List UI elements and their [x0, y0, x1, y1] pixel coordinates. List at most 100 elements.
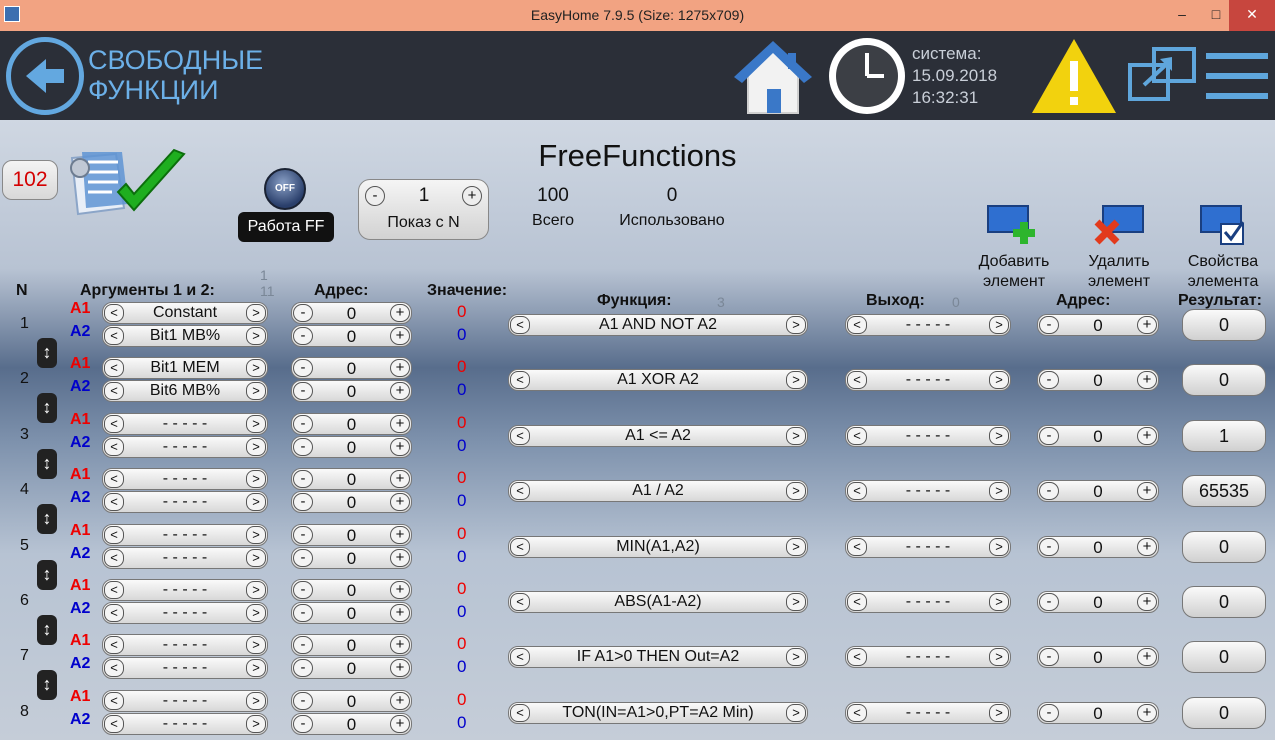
out-addr-stepper-increment-button[interactable]: + — [1137, 648, 1157, 666]
arg1-select-prev-button[interactable]: < — [104, 304, 124, 322]
out-addr-stepper-decrement-button[interactable]: - — [1039, 593, 1059, 611]
out-addr-stepper-increment-button[interactable]: + — [1137, 482, 1157, 500]
output-select-prev-button[interactable]: < — [847, 704, 867, 722]
function-select-prev-button[interactable]: < — [510, 371, 530, 389]
output-select-next-button[interactable]: > — [989, 427, 1009, 445]
arg1-select-next-button[interactable]: > — [246, 581, 266, 599]
out-addr-stepper-decrement-button[interactable]: - — [1039, 648, 1059, 666]
row-move-handle[interactable]: ↕ — [37, 560, 57, 590]
output-select-prev-button[interactable]: < — [847, 427, 867, 445]
output-select-next-button[interactable]: > — [989, 593, 1009, 611]
row-move-handle[interactable]: ↕ — [37, 670, 57, 700]
output-select-prev-button[interactable]: < — [847, 316, 867, 334]
out-addr-stepper-increment-button[interactable]: + — [1137, 316, 1157, 334]
out-addr-stepper-increment-button[interactable]: + — [1137, 371, 1157, 389]
out-addr-stepper-decrement-button[interactable]: - — [1039, 316, 1059, 334]
window-switch-icon[interactable] — [1128, 45, 1198, 105]
out-addr-stepper-increment-button[interactable]: + — [1137, 704, 1157, 722]
arg1-select-prev-button[interactable]: < — [104, 470, 124, 488]
arg1-select-prev-button[interactable]: < — [104, 692, 124, 710]
addr1-stepper-decrement-button[interactable]: - — [293, 415, 313, 433]
function-select-prev-button[interactable]: < — [510, 648, 530, 666]
arg2-select-prev-button[interactable]: < — [104, 438, 124, 456]
function-select-prev-button[interactable]: < — [510, 427, 530, 445]
arg1-select-next-button[interactable]: > — [246, 304, 266, 322]
out-addr-stepper-increment-button[interactable]: + — [1137, 538, 1157, 556]
function-select-prev-button[interactable]: < — [510, 593, 530, 611]
addr2-stepper-increment-button[interactable]: + — [390, 493, 410, 511]
addr2-stepper-increment-button[interactable]: + — [390, 659, 410, 677]
arg2-select-next-button[interactable]: > — [246, 549, 266, 567]
add-element-button[interactable]: Добавить элемент — [970, 202, 1058, 292]
addr2-stepper-decrement-button[interactable]: - — [293, 549, 313, 567]
output-select-prev-button[interactable]: < — [847, 482, 867, 500]
close-button[interactable]: ✕ — [1229, 0, 1275, 31]
show-from-decrement-button[interactable]: - — [365, 186, 385, 206]
addr1-stepper-increment-button[interactable]: + — [390, 581, 410, 599]
arg2-select-prev-button[interactable]: < — [104, 715, 124, 733]
row-move-handle[interactable]: ↕ — [37, 504, 57, 534]
addr1-stepper-decrement-button[interactable]: - — [293, 526, 313, 544]
arg2-select-next-button[interactable]: > — [246, 604, 266, 622]
addr2-stepper-increment-button[interactable]: + — [390, 549, 410, 567]
back-button[interactable] — [6, 37, 84, 115]
arg2-select-prev-button[interactable]: < — [104, 549, 124, 567]
addr2-stepper-increment-button[interactable]: + — [390, 327, 410, 345]
addr2-stepper-decrement-button[interactable]: - — [293, 715, 313, 733]
function-select-prev-button[interactable]: < — [510, 538, 530, 556]
addr1-stepper-decrement-button[interactable]: - — [293, 636, 313, 654]
addr2-stepper-increment-button[interactable]: + — [390, 438, 410, 456]
addr2-stepper-increment-button[interactable]: + — [390, 715, 410, 733]
arg1-select-next-button[interactable]: > — [246, 636, 266, 654]
function-select-prev-button[interactable]: < — [510, 704, 530, 722]
arg2-select-prev-button[interactable]: < — [104, 604, 124, 622]
addr2-stepper-decrement-button[interactable]: - — [293, 493, 313, 511]
addr1-stepper-increment-button[interactable]: + — [390, 304, 410, 322]
addr1-stepper-increment-button[interactable]: + — [390, 415, 410, 433]
menu-icon[interactable] — [1206, 51, 1268, 101]
addr1-stepper-decrement-button[interactable]: - — [293, 359, 313, 377]
arg2-select-next-button[interactable]: > — [246, 715, 266, 733]
function-select-next-button[interactable]: > — [786, 538, 806, 556]
output-select-prev-button[interactable]: < — [847, 538, 867, 556]
function-select-next-button[interactable]: > — [786, 371, 806, 389]
arg1-select-next-button[interactable]: > — [246, 470, 266, 488]
addr2-stepper-decrement-button[interactable]: - — [293, 604, 313, 622]
addr1-stepper-decrement-button[interactable]: - — [293, 470, 313, 488]
addr1-stepper-decrement-button[interactable]: - — [293, 581, 313, 599]
function-select-next-button[interactable]: > — [786, 316, 806, 334]
row-move-handle[interactable]: ↕ — [37, 615, 57, 645]
out-addr-stepper-decrement-button[interactable]: - — [1039, 427, 1059, 445]
output-select-prev-button[interactable]: < — [847, 648, 867, 666]
out-addr-stepper-decrement-button[interactable]: - — [1039, 538, 1059, 556]
addr2-stepper-decrement-button[interactable]: - — [293, 382, 313, 400]
output-select-next-button[interactable]: > — [989, 316, 1009, 334]
addr1-stepper-decrement-button[interactable]: - — [293, 304, 313, 322]
function-select-next-button[interactable]: > — [786, 648, 806, 666]
out-addr-stepper-decrement-button[interactable]: - — [1039, 482, 1059, 500]
home-icon[interactable] — [734, 39, 812, 117]
function-select-prev-button[interactable]: < — [510, 316, 530, 334]
arg2-select-prev-button[interactable]: < — [104, 493, 124, 511]
out-addr-stepper-decrement-button[interactable]: - — [1039, 704, 1059, 722]
arg1-select-prev-button[interactable]: < — [104, 359, 124, 377]
out-addr-stepper-decrement-button[interactable]: - — [1039, 371, 1059, 389]
arg2-select-prev-button[interactable]: < — [104, 659, 124, 677]
arg1-select-next-button[interactable]: > — [246, 359, 266, 377]
maximize-button[interactable]: □ — [1199, 0, 1233, 31]
delete-element-button[interactable]: Удалить элемент — [1076, 202, 1162, 292]
function-select-next-button[interactable]: > — [786, 482, 806, 500]
output-select-next-button[interactable]: > — [989, 648, 1009, 666]
show-from-increment-button[interactable]: + — [462, 186, 482, 206]
arg1-select-next-button[interactable]: > — [246, 526, 266, 544]
arg1-select-prev-button[interactable]: < — [104, 415, 124, 433]
output-select-next-button[interactable]: > — [989, 371, 1009, 389]
addr2-stepper-increment-button[interactable]: + — [390, 382, 410, 400]
row-move-handle[interactable]: ↕ — [37, 449, 57, 479]
addr1-stepper-decrement-button[interactable]: - — [293, 692, 313, 710]
addr1-stepper-increment-button[interactable]: + — [390, 470, 410, 488]
output-select-prev-button[interactable]: < — [847, 371, 867, 389]
addr2-stepper-decrement-button[interactable]: - — [293, 327, 313, 345]
function-select-next-button[interactable]: > — [786, 593, 806, 611]
arg2-select-next-button[interactable]: > — [246, 382, 266, 400]
